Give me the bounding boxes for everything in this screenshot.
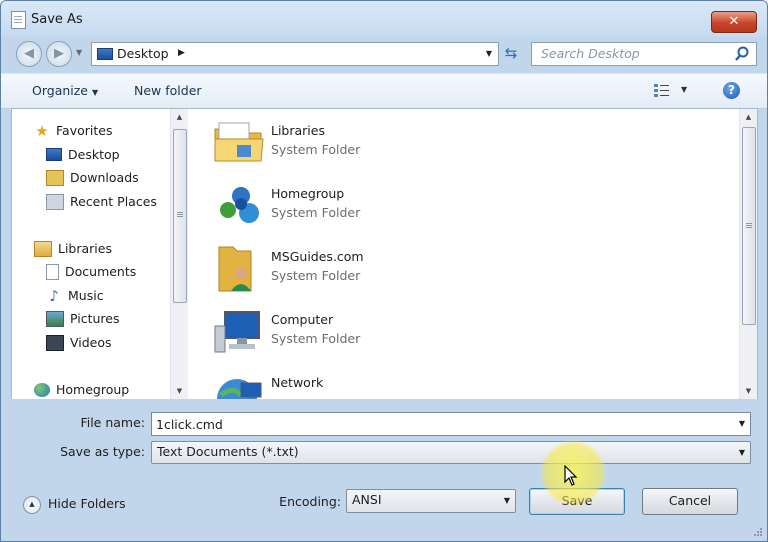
sidebar-item-recent-places[interactable]: Recent Places bbox=[46, 192, 157, 212]
libraries-icon bbox=[34, 240, 52, 257]
scroll-thumb[interactable] bbox=[742, 127, 756, 325]
scroll-up-icon[interactable]: ▲ bbox=[171, 109, 188, 125]
document-icon bbox=[11, 11, 26, 29]
back-button[interactable]: ◀ bbox=[16, 41, 42, 67]
file-type: System Folder bbox=[271, 331, 361, 346]
chevron-down-icon[interactable]: ▼ bbox=[739, 448, 745, 457]
search-input[interactable]: Search Desktop bbox=[531, 42, 757, 66]
save-as-dialog: Save As ✕ ◀ ▶ ▼ Desktop ▶ ▼ ⇆ Search Des… bbox=[0, 0, 768, 542]
new-folder-button[interactable]: New folder bbox=[134, 83, 202, 98]
organize-label: Organize bbox=[32, 83, 88, 98]
file-list-scrollbar[interactable]: ▲ ▼ bbox=[739, 109, 757, 399]
search-icon[interactable] bbox=[733, 45, 751, 63]
star-icon: ★ bbox=[35, 121, 49, 140]
file-type: System Folder bbox=[271, 205, 361, 220]
window-title: Save As bbox=[31, 12, 83, 27]
cancel-button[interactable]: Cancel bbox=[642, 488, 738, 515]
change-view-icon[interactable] bbox=[653, 83, 671, 99]
sidebar-item-desktop[interactable]: Desktop bbox=[46, 145, 120, 165]
list-item[interactable]: Homegroup System Folder bbox=[211, 178, 611, 232]
file-name: Network bbox=[271, 375, 324, 390]
pictures-icon bbox=[46, 310, 64, 327]
desktop-icon bbox=[46, 148, 62, 161]
breadcrumb-arrow-icon[interactable]: ▶ bbox=[178, 48, 185, 58]
documents-icon bbox=[46, 263, 59, 280]
homegroup-icon bbox=[34, 382, 50, 397]
videos-icon bbox=[46, 334, 64, 351]
file-type: System Folder bbox=[271, 142, 361, 157]
scroll-up-icon[interactable]: ▲ bbox=[740, 109, 757, 125]
title-bar: Save As ✕ bbox=[1, 1, 767, 37]
chevron-down-icon[interactable]: ▼ bbox=[739, 419, 745, 428]
list-item[interactable]: Libraries System Folder bbox=[211, 115, 611, 169]
sidebar-item-videos[interactable]: Videos bbox=[46, 333, 112, 353]
scroll-down-icon[interactable]: ▼ bbox=[740, 383, 757, 399]
navigation-pane: ★ Favorites Desktop Downloads Recent Plac… bbox=[12, 109, 187, 399]
address-bar[interactable]: Desktop ▶ ▼ bbox=[91, 42, 499, 66]
address-dropdown-icon[interactable]: ▼ bbox=[486, 49, 492, 58]
chevron-down-icon[interactable]: ▼ bbox=[504, 496, 510, 505]
browser-area: ★ Favorites Desktop Downloads Recent Plac… bbox=[11, 108, 758, 400]
sidebar-item-music[interactable]: ♪ Music bbox=[46, 286, 103, 306]
downloads-icon bbox=[46, 169, 64, 186]
music-icon: ♪ bbox=[49, 286, 59, 305]
encoding-select[interactable]: ANSI ▼ bbox=[346, 489, 516, 513]
sidebar-item-pictures[interactable]: Pictures bbox=[46, 309, 120, 329]
scroll-down-icon[interactable]: ▼ bbox=[171, 383, 188, 399]
file-list: Libraries System Folder Homegroup System… bbox=[205, 109, 740, 399]
forward-button[interactable]: ▶ bbox=[46, 41, 72, 67]
resize-grip-icon[interactable] bbox=[753, 527, 763, 537]
encoding-value: ANSI bbox=[352, 492, 382, 507]
file-name-label: File name: bbox=[80, 415, 145, 430]
organize-menu[interactable]: Organize ▼ bbox=[32, 83, 98, 98]
sidebar-item-documents[interactable]: Documents bbox=[46, 262, 136, 282]
save-button[interactable]: Save bbox=[529, 488, 625, 515]
sidebar-item-homegroup[interactable]: Homegroup bbox=[34, 380, 129, 399]
hide-folders-label: Hide Folders bbox=[48, 496, 126, 511]
file-name: Computer bbox=[271, 312, 334, 327]
help-icon[interactable]: ? bbox=[723, 82, 740, 99]
view-options-dropdown-icon[interactable]: ▼ bbox=[681, 85, 687, 94]
command-bar: Organize ▼ New folder ▼ ? bbox=[1, 73, 767, 109]
computer-icon bbox=[214, 311, 260, 353]
save-as-type-label: Save as type: bbox=[60, 444, 145, 459]
scroll-thumb[interactable] bbox=[173, 129, 187, 303]
sidebar-item-libraries[interactable]: Libraries bbox=[34, 239, 112, 259]
user-folder-icon bbox=[218, 246, 252, 292]
save-form: File name: ▼ Save as type: Text Document… bbox=[1, 399, 767, 541]
libraries-folder-icon bbox=[214, 122, 264, 162]
homegroup-icon bbox=[220, 187, 259, 223]
recent-locations-dropdown-icon[interactable]: ▼ bbox=[76, 48, 82, 57]
file-type: System Folder bbox=[271, 268, 361, 283]
address-location[interactable]: Desktop bbox=[117, 46, 169, 61]
chevron-down-icon: ▼ bbox=[92, 88, 99, 97]
refresh-icon[interactable]: ⇆ bbox=[499, 42, 523, 66]
file-name: Libraries bbox=[271, 123, 325, 138]
file-name-field[interactable]: ▼ bbox=[151, 412, 751, 436]
chevron-up-icon: ▲ bbox=[23, 496, 41, 514]
save-as-type-select[interactable]: Text Documents (*.txt) ▼ bbox=[151, 441, 751, 464]
list-item[interactable]: MSGuides.com System Folder bbox=[211, 241, 611, 295]
network-icon bbox=[217, 379, 262, 399]
close-button[interactable]: ✕ bbox=[711, 11, 757, 33]
list-item[interactable]: Computer System Folder bbox=[211, 304, 611, 358]
file-name-input[interactable] bbox=[156, 415, 726, 433]
navigation-scrollbar[interactable]: ▲ ▼ bbox=[170, 109, 188, 399]
file-name: Homegroup bbox=[271, 186, 345, 201]
navigation-bar: ◀ ▶ ▼ Desktop ▶ ▼ ⇆ Search Desktop bbox=[1, 37, 767, 71]
desktop-icon bbox=[97, 48, 113, 60]
search-placeholder: Search Desktop bbox=[541, 46, 640, 61]
save-as-type-value: Text Documents (*.txt) bbox=[157, 444, 299, 459]
sidebar-item-downloads[interactable]: Downloads bbox=[46, 168, 139, 188]
list-item[interactable]: Network bbox=[211, 367, 611, 399]
recent-places-icon bbox=[46, 193, 64, 210]
file-name: MSGuides.com bbox=[271, 249, 364, 264]
sidebar-item-favorites[interactable]: ★ Favorites bbox=[34, 121, 112, 141]
encoding-label: Encoding: bbox=[279, 494, 341, 509]
